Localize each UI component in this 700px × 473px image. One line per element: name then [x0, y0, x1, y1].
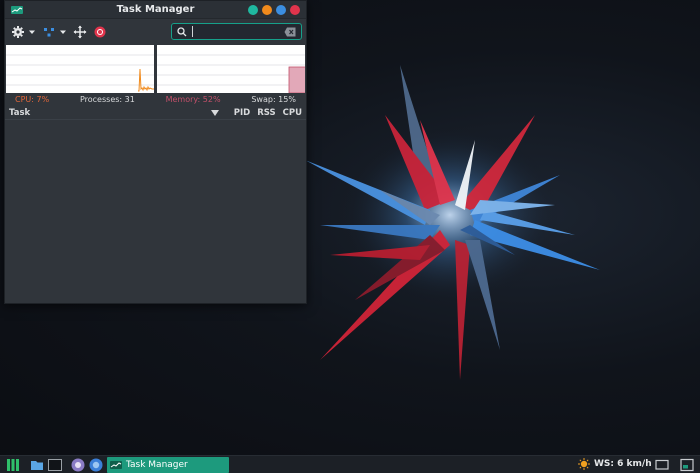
clear-icon[interactable]: [284, 27, 296, 37]
chevron-down-icon: [60, 30, 66, 34]
taskbar-task-manager-button[interactable]: Task Manager: [107, 457, 229, 473]
move-icon: [73, 25, 87, 39]
cpu-usage: CPU: 7%: [15, 95, 50, 104]
file-manager-icon[interactable]: [30, 458, 44, 472]
task-manager-app-icon: [110, 461, 122, 469]
toolbar: [5, 19, 306, 45]
display-icon[interactable]: [655, 458, 669, 472]
column-cpu[interactable]: CPU: [283, 108, 302, 118]
task-list-header: Task PID RSS CPU: [5, 106, 306, 120]
stop-icon: [94, 26, 106, 38]
show-desktop-icon[interactable]: [680, 458, 694, 472]
select-window-button[interactable]: [73, 24, 87, 40]
terminal-icon[interactable]: [48, 458, 62, 472]
process-count: Processes: 31: [79, 95, 135, 104]
task-list[interactable]: [5, 120, 306, 300]
gear-icon: [12, 26, 24, 38]
tree-view-icon: [44, 28, 54, 37]
task-manager-window: Task Manager CPU: 7% Processes: 31 Memor…: [4, 0, 307, 304]
app-menu-icon[interactable]: [6, 458, 20, 472]
search-box[interactable]: [171, 23, 302, 40]
view-menu-button[interactable]: [42, 24, 67, 40]
cpu-graph: [6, 45, 154, 93]
task-button-label: Task Manager: [126, 460, 188, 470]
search-input[interactable]: [192, 26, 272, 37]
titlebar[interactable]: Task Manager: [5, 1, 306, 19]
memory-graph: [157, 45, 305, 93]
sun-icon: [578, 458, 590, 470]
column-pid[interactable]: PID: [234, 108, 250, 118]
browser-icon[interactable]: [89, 458, 103, 472]
column-task[interactable]: Task: [9, 108, 211, 118]
maximize-button[interactable]: [262, 5, 272, 15]
media-player-icon[interactable]: [71, 458, 85, 472]
restore-button[interactable]: [276, 5, 286, 15]
column-rss[interactable]: RSS: [257, 108, 275, 118]
stats-bar: CPU: 7% Processes: 31 Memory: 52% Swap: …: [5, 93, 306, 106]
swap-usage: Swap: 15%: [251, 95, 296, 104]
search-icon: [177, 26, 187, 36]
memory-usage: Memory: 52%: [165, 95, 221, 104]
weather-widget[interactable]: WS: 6 km/h: [578, 458, 652, 470]
chevron-down-icon: [29, 30, 35, 34]
kill-process-button[interactable]: [93, 24, 107, 40]
minimize-button[interactable]: [248, 5, 258, 15]
taskbar: Task Manager WS: 6 km/h: [0, 455, 700, 473]
weather-label: WS: 6 km/h: [594, 459, 652, 469]
settings-menu-button[interactable]: [11, 24, 36, 40]
sort-down-icon[interactable]: [210, 109, 219, 116]
close-button[interactable]: [290, 5, 300, 15]
